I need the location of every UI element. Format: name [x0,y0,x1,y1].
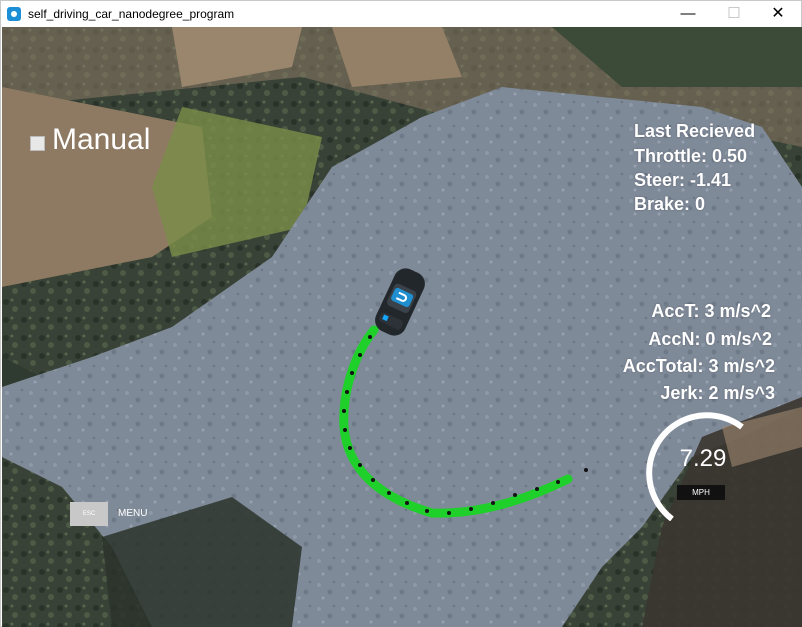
window-title: self_driving_car_nanodegree_program [28,7,235,21]
speed-value: 7.29 [679,445,727,472]
last-received-heading: Last Recieved [634,121,756,141]
throttle-readout: Throttle: 0.50 [634,146,748,166]
steer-readout: Steer: -1.41 [634,170,732,190]
acc-t-readout: AccT: 3 m/s^2 [651,301,771,321]
manual-mode-label: Manual [52,123,151,156]
maximize-button[interactable]: ☐ [711,1,757,27]
esc-button[interactable]: ESC [70,502,108,526]
close-button[interactable]: ✕ [755,1,801,27]
app-icon [7,7,21,21]
manual-mode-checkbox[interactable] [30,136,45,151]
menu-label: MENU [118,508,148,519]
acc-n-readout: AccN: 0 m/s^2 [648,329,772,349]
jerk-readout: Jerk: 2 m/s^3 [660,383,775,403]
terrain-scene [2,27,802,627]
simulator-window: self_driving_car_nanodegree_program — ☐ … [0,0,802,627]
speed-unit-label: MPH [677,485,725,500]
simulator-viewport[interactable]: Manual Last Recieved Throttle: 0.50 Stee… [2,27,802,627]
brake-readout: Brake: 0 [634,194,706,214]
title-bar[interactable]: self_driving_car_nanodegree_program — ☐ … [1,1,801,27]
acc-total-readout: AccTotal: 3 m/s^2 [622,356,775,376]
minimize-button[interactable]: — [665,1,711,27]
